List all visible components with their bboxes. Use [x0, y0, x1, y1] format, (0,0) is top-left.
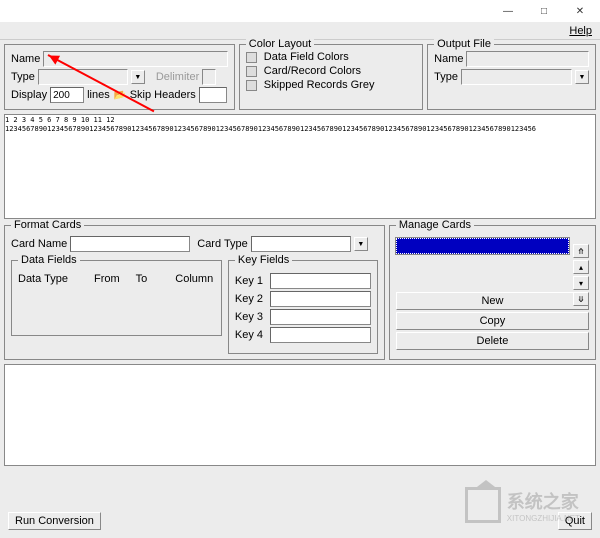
lines-label: lines	[87, 89, 110, 101]
output-name-label: Name	[434, 53, 463, 65]
data-fields-panel: Data Fields Data Type From To Column	[11, 260, 222, 336]
ruler-tens: 1 2 3 4 5 6 7 8 9 10 11 12	[5, 115, 595, 124]
output-name-field[interactable]	[466, 51, 589, 67]
type-dropdown-icon[interactable]: ▼	[131, 70, 145, 84]
key-fields-panel: Key Fields Key 1 Key 2 Key 3 Key 4	[228, 260, 378, 354]
source-panel: Name Type ▼ Delimiter Display lines 📂 Sk…	[4, 44, 235, 110]
quit-button[interactable]: Quit	[558, 512, 592, 530]
card-type-input[interactable]	[251, 236, 351, 252]
watermark-brand: 系统之家	[507, 488, 580, 514]
key2-input[interactable]	[270, 291, 371, 307]
menu-help[interactable]: Help	[569, 25, 592, 37]
key4-label: Key 4	[235, 329, 267, 341]
close-button[interactable]: ✕	[562, 1, 598, 21]
titlebar: — □ ✕	[0, 0, 600, 22]
minimize-button[interactable]: —	[490, 1, 526, 21]
skip-headers-label: Skip Headers	[130, 89, 196, 101]
output-file-panel: Output File Name Type ▼	[427, 44, 596, 110]
chk-card-record-colors[interactable]	[246, 66, 257, 77]
manage-cards-title: Manage Cards	[396, 219, 474, 231]
data-fields-title: Data Fields	[18, 254, 80, 266]
delimiter-field[interactable]	[202, 69, 216, 85]
output-type-field[interactable]	[461, 69, 572, 85]
col-from: From	[94, 273, 120, 285]
col-to: To	[136, 273, 148, 285]
move-bottom-icon[interactable]: ⤋	[573, 292, 589, 306]
format-cards-panel: Format Cards Card Name Card Type ▼ Data …	[4, 225, 385, 360]
key1-label: Key 1	[235, 275, 267, 287]
move-up-icon[interactable]: ▴	[573, 260, 589, 274]
card-type-label: Card Type	[197, 238, 248, 250]
skip-headers-input[interactable]	[199, 87, 227, 103]
col-column: Column	[175, 273, 213, 285]
name-field[interactable]	[43, 51, 227, 67]
delete-button[interactable]: Delete	[396, 332, 589, 350]
output-preview-area[interactable]	[4, 364, 596, 466]
card-name-input[interactable]	[70, 236, 190, 252]
key-fields-title: Key Fields	[235, 254, 292, 266]
key1-input[interactable]	[270, 273, 371, 289]
copy-button[interactable]: Copy	[396, 312, 589, 330]
data-preview-area[interactable]: 1 2 3 4 5 6 7 8 9 10 11 12 1234567890123…	[4, 114, 596, 219]
run-conversion-button[interactable]: Run Conversion	[8, 512, 101, 530]
manage-cards-panel: Manage Cards ⤊ ▴ ▾ ⤋ New Copy Delete	[389, 225, 596, 360]
move-down-icon[interactable]: ▾	[573, 276, 589, 290]
col-data-type: Data Type	[18, 273, 78, 285]
ruler-units: 1234567890123456789012345678901234567890…	[5, 124, 595, 133]
color-layout-title: Color Layout	[246, 38, 314, 50]
type-field[interactable]	[38, 69, 128, 85]
output-type-dropdown-icon[interactable]: ▼	[575, 70, 589, 84]
delimiter-label: Delimiter	[156, 71, 199, 83]
opt-card-record-colors: Card/Record Colors	[264, 65, 361, 77]
key3-label: Key 3	[235, 311, 267, 323]
key4-input[interactable]	[270, 327, 371, 343]
opt-skipped-grey: Skipped Records Grey	[264, 79, 375, 91]
type-label: Type	[11, 71, 35, 83]
format-cards-title: Format Cards	[11, 219, 84, 231]
display-lines-input[interactable]	[50, 87, 84, 103]
chk-skipped-grey[interactable]	[246, 80, 257, 91]
output-file-title: Output File	[434, 38, 494, 50]
new-button[interactable]: New	[396, 292, 589, 310]
key2-label: Key 2	[235, 293, 267, 305]
chk-data-field-colors[interactable]	[246, 52, 257, 63]
manage-cards-list-item[interactable]	[396, 238, 569, 254]
card-name-label: Card Name	[11, 238, 67, 250]
maximize-button[interactable]: □	[526, 1, 562, 21]
move-top-icon[interactable]: ⤊	[573, 244, 589, 258]
color-layout-panel: Color Layout Data Field Colors Card/Reco…	[239, 44, 423, 110]
opt-data-field-colors: Data Field Colors	[264, 51, 349, 63]
display-label: Display	[11, 89, 47, 101]
card-type-dropdown-icon[interactable]: ▼	[354, 237, 368, 251]
key3-input[interactable]	[270, 309, 371, 325]
output-type-label: Type	[434, 71, 458, 83]
name-label: Name	[11, 53, 40, 65]
